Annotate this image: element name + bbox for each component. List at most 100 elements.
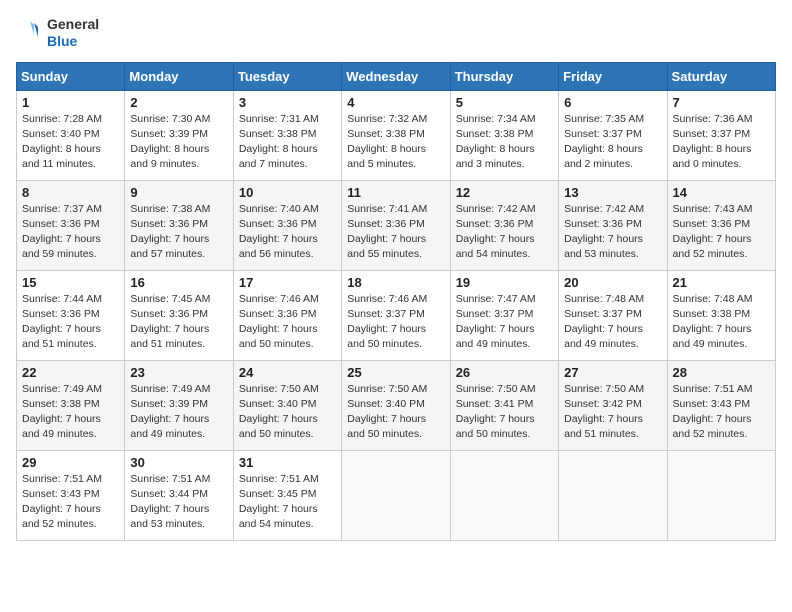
calendar-cell: 27 Sunrise: 7:50 AMSunset: 3:42 PMDaylig… xyxy=(559,360,667,450)
calendar-cell xyxy=(667,450,775,540)
day-detail: Sunrise: 7:49 AMSunset: 3:38 PMDaylight:… xyxy=(22,383,102,441)
day-detail: Sunrise: 7:46 AMSunset: 3:36 PMDaylight:… xyxy=(239,293,319,351)
day-number: 21 xyxy=(673,275,770,290)
calendar-cell: 7 Sunrise: 7:36 AMSunset: 3:37 PMDayligh… xyxy=(667,90,775,180)
day-number: 25 xyxy=(347,365,444,380)
calendar-cell: 9 Sunrise: 7:38 AMSunset: 3:36 PMDayligh… xyxy=(125,180,233,270)
calendar-week-5: 29 Sunrise: 7:51 AMSunset: 3:43 PMDaylig… xyxy=(17,450,776,540)
day-detail: Sunrise: 7:44 AMSunset: 3:36 PMDaylight:… xyxy=(22,293,102,351)
calendar-cell: 31 Sunrise: 7:51 AMSunset: 3:45 PMDaylig… xyxy=(233,450,341,540)
logo-line2: Blue xyxy=(47,33,99,50)
day-number: 12 xyxy=(456,185,553,200)
day-number: 29 xyxy=(22,455,119,470)
day-detail: Sunrise: 7:35 AMSunset: 3:37 PMDaylight:… xyxy=(564,113,644,171)
calendar-cell: 28 Sunrise: 7:51 AMSunset: 3:43 PMDaylig… xyxy=(667,360,775,450)
day-detail: Sunrise: 7:36 AMSunset: 3:37 PMDaylight:… xyxy=(673,113,753,171)
calendar-cell: 20 Sunrise: 7:48 AMSunset: 3:37 PMDaylig… xyxy=(559,270,667,360)
day-number: 30 xyxy=(130,455,227,470)
calendar-cell: 18 Sunrise: 7:46 AMSunset: 3:37 PMDaylig… xyxy=(342,270,450,360)
weekday-header-sunday: Sunday xyxy=(17,62,125,90)
day-detail: Sunrise: 7:32 AMSunset: 3:38 PMDaylight:… xyxy=(347,113,427,171)
day-detail: Sunrise: 7:48 AMSunset: 3:38 PMDaylight:… xyxy=(673,293,753,351)
calendar-cell: 3 Sunrise: 7:31 AMSunset: 3:38 PMDayligh… xyxy=(233,90,341,180)
calendar-week-4: 22 Sunrise: 7:49 AMSunset: 3:38 PMDaylig… xyxy=(17,360,776,450)
day-number: 9 xyxy=(130,185,227,200)
calendar-week-3: 15 Sunrise: 7:44 AMSunset: 3:36 PMDaylig… xyxy=(17,270,776,360)
calendar-cell: 24 Sunrise: 7:50 AMSunset: 3:40 PMDaylig… xyxy=(233,360,341,450)
logo-graphic xyxy=(16,19,44,47)
day-number: 23 xyxy=(130,365,227,380)
calendar-cell: 17 Sunrise: 7:46 AMSunset: 3:36 PMDaylig… xyxy=(233,270,341,360)
calendar-cell: 1 Sunrise: 7:28 AMSunset: 3:40 PMDayligh… xyxy=(17,90,125,180)
weekday-header-monday: Monday xyxy=(125,62,233,90)
day-number: 27 xyxy=(564,365,661,380)
day-detail: Sunrise: 7:38 AMSunset: 3:36 PMDaylight:… xyxy=(130,203,210,261)
day-number: 18 xyxy=(347,275,444,290)
day-number: 19 xyxy=(456,275,553,290)
calendar-cell: 25 Sunrise: 7:50 AMSunset: 3:40 PMDaylig… xyxy=(342,360,450,450)
calendar-week-2: 8 Sunrise: 7:37 AMSunset: 3:36 PMDayligh… xyxy=(17,180,776,270)
day-detail: Sunrise: 7:50 AMSunset: 3:40 PMDaylight:… xyxy=(239,383,319,441)
day-number: 17 xyxy=(239,275,336,290)
weekday-header-tuesday: Tuesday xyxy=(233,62,341,90)
day-detail: Sunrise: 7:42 AMSunset: 3:36 PMDaylight:… xyxy=(456,203,536,261)
calendar-table: SundayMondayTuesdayWednesdayThursdayFrid… xyxy=(16,62,776,541)
day-number: 3 xyxy=(239,95,336,110)
calendar-cell: 12 Sunrise: 7:42 AMSunset: 3:36 PMDaylig… xyxy=(450,180,558,270)
day-detail: Sunrise: 7:49 AMSunset: 3:39 PMDaylight:… xyxy=(130,383,210,441)
weekday-header-friday: Friday xyxy=(559,62,667,90)
calendar-cell xyxy=(450,450,558,540)
calendar-cell: 8 Sunrise: 7:37 AMSunset: 3:36 PMDayligh… xyxy=(17,180,125,270)
day-number: 10 xyxy=(239,185,336,200)
day-number: 4 xyxy=(347,95,444,110)
day-number: 2 xyxy=(130,95,227,110)
calendar-cell: 10 Sunrise: 7:40 AMSunset: 3:36 PMDaylig… xyxy=(233,180,341,270)
day-detail: Sunrise: 7:51 AMSunset: 3:44 PMDaylight:… xyxy=(130,473,210,531)
day-number: 5 xyxy=(456,95,553,110)
calendar-cell: 16 Sunrise: 7:45 AMSunset: 3:36 PMDaylig… xyxy=(125,270,233,360)
day-number: 11 xyxy=(347,185,444,200)
day-number: 26 xyxy=(456,365,553,380)
day-number: 1 xyxy=(22,95,119,110)
day-detail: Sunrise: 7:50 AMSunset: 3:41 PMDaylight:… xyxy=(456,383,536,441)
calendar-cell: 6 Sunrise: 7:35 AMSunset: 3:37 PMDayligh… xyxy=(559,90,667,180)
weekday-header-wednesday: Wednesday xyxy=(342,62,450,90)
logo-line1: General xyxy=(47,16,99,33)
calendar-cell xyxy=(342,450,450,540)
day-number: 6 xyxy=(564,95,661,110)
weekday-header-saturday: Saturday xyxy=(667,62,775,90)
calendar-cell: 22 Sunrise: 7:49 AMSunset: 3:38 PMDaylig… xyxy=(17,360,125,450)
day-detail: Sunrise: 7:47 AMSunset: 3:37 PMDaylight:… xyxy=(456,293,536,351)
calendar-cell: 2 Sunrise: 7:30 AMSunset: 3:39 PMDayligh… xyxy=(125,90,233,180)
day-number: 22 xyxy=(22,365,119,380)
day-detail: Sunrise: 7:51 AMSunset: 3:43 PMDaylight:… xyxy=(673,383,753,441)
day-detail: Sunrise: 7:37 AMSunset: 3:36 PMDaylight:… xyxy=(22,203,102,261)
calendar-cell: 21 Sunrise: 7:48 AMSunset: 3:38 PMDaylig… xyxy=(667,270,775,360)
day-detail: Sunrise: 7:43 AMSunset: 3:36 PMDaylight:… xyxy=(673,203,753,261)
logo: General Blue xyxy=(16,16,99,50)
day-detail: Sunrise: 7:50 AMSunset: 3:42 PMDaylight:… xyxy=(564,383,644,441)
calendar-cell: 19 Sunrise: 7:47 AMSunset: 3:37 PMDaylig… xyxy=(450,270,558,360)
calendar-cell: 14 Sunrise: 7:43 AMSunset: 3:36 PMDaylig… xyxy=(667,180,775,270)
calendar-cell: 23 Sunrise: 7:49 AMSunset: 3:39 PMDaylig… xyxy=(125,360,233,450)
day-number: 20 xyxy=(564,275,661,290)
calendar-cell: 13 Sunrise: 7:42 AMSunset: 3:36 PMDaylig… xyxy=(559,180,667,270)
day-number: 24 xyxy=(239,365,336,380)
day-detail: Sunrise: 7:51 AMSunset: 3:43 PMDaylight:… xyxy=(22,473,102,531)
calendar-cell: 5 Sunrise: 7:34 AMSunset: 3:38 PMDayligh… xyxy=(450,90,558,180)
weekday-header-thursday: Thursday xyxy=(450,62,558,90)
page-header: General Blue xyxy=(16,16,776,50)
day-number: 8 xyxy=(22,185,119,200)
calendar-header-row: SundayMondayTuesdayWednesdayThursdayFrid… xyxy=(17,62,776,90)
calendar-cell xyxy=(559,450,667,540)
day-detail: Sunrise: 7:50 AMSunset: 3:40 PMDaylight:… xyxy=(347,383,427,441)
day-detail: Sunrise: 7:41 AMSunset: 3:36 PMDaylight:… xyxy=(347,203,427,261)
day-number: 16 xyxy=(130,275,227,290)
day-detail: Sunrise: 7:30 AMSunset: 3:39 PMDaylight:… xyxy=(130,113,210,171)
day-detail: Sunrise: 7:31 AMSunset: 3:38 PMDaylight:… xyxy=(239,113,319,171)
calendar-cell: 15 Sunrise: 7:44 AMSunset: 3:36 PMDaylig… xyxy=(17,270,125,360)
day-number: 7 xyxy=(673,95,770,110)
day-detail: Sunrise: 7:48 AMSunset: 3:37 PMDaylight:… xyxy=(564,293,644,351)
day-number: 15 xyxy=(22,275,119,290)
calendar-cell: 11 Sunrise: 7:41 AMSunset: 3:36 PMDaylig… xyxy=(342,180,450,270)
